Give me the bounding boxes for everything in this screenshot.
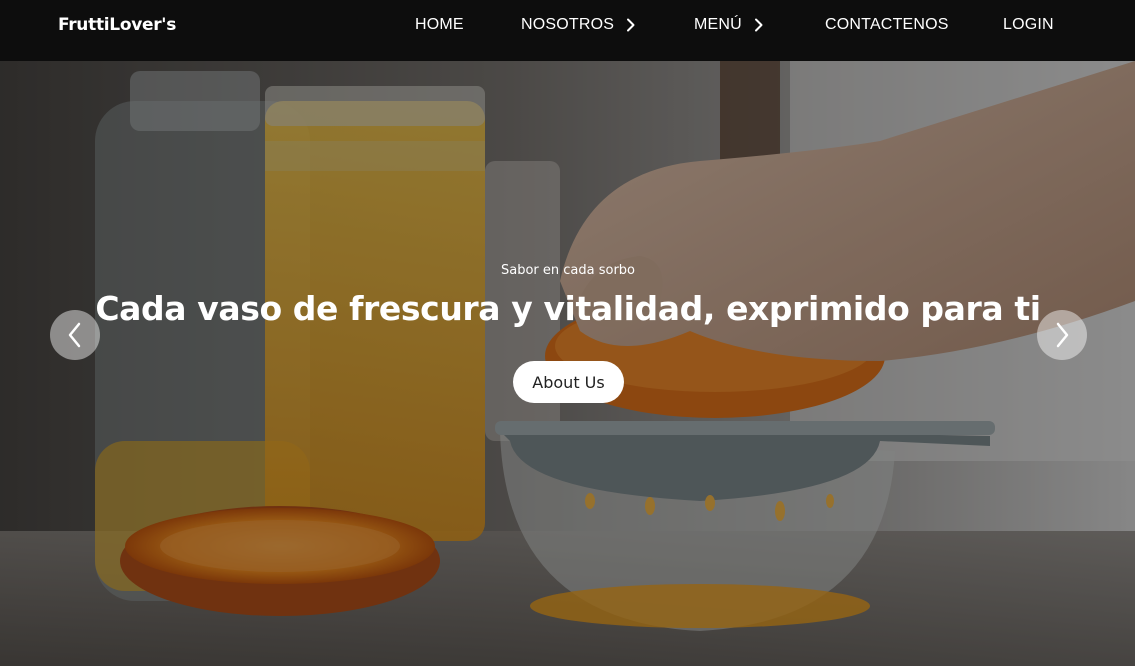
- chevron-left-icon: [68, 322, 81, 348]
- chevron-right-icon: [754, 18, 763, 32]
- hero-carousel: Sabor en cada sorbo Cada vaso de frescur…: [0, 61, 1135, 666]
- about-us-button[interactable]: About Us: [513, 361, 624, 403]
- nav-nosotros-label: NOSOTROS: [521, 16, 615, 33]
- nav-home[interactable]: HOME: [415, 16, 464, 34]
- nav-nosotros[interactable]: NOSOTROS: [521, 16, 636, 34]
- nav-login[interactable]: LOGIN: [1003, 16, 1054, 34]
- carousel-prev-button[interactable]: [50, 310, 100, 360]
- chevron-right-icon: [627, 18, 635, 32]
- hero-content: Sabor en cada sorbo Cada vaso de frescur…: [0, 61, 1135, 666]
- hero-subtitle: Sabor en cada sorbo: [500, 263, 635, 278]
- nav-menu[interactable]: MENÚ: [694, 16, 764, 34]
- nav-contact[interactable]: CONTACTENOS: [825, 16, 949, 34]
- nav-contact-label: CONTACTENOS: [825, 16, 949, 33]
- nav-login-label: LOGIN: [1003, 16, 1054, 33]
- hero-headline: Cada vaso de frescura y vitalidad, expri…: [95, 289, 1041, 328]
- brand-logo[interactable]: FruttiLover's: [58, 15, 176, 35]
- top-navbar: FruttiLover's HOME NOSOTROS MENÚ CONTACT…: [0, 0, 1135, 61]
- carousel-next-button[interactable]: [1037, 310, 1087, 360]
- chevron-right-icon: [1056, 322, 1069, 348]
- nav-menu-label: MENÚ: [694, 16, 742, 33]
- nav-home-label: HOME: [415, 16, 464, 33]
